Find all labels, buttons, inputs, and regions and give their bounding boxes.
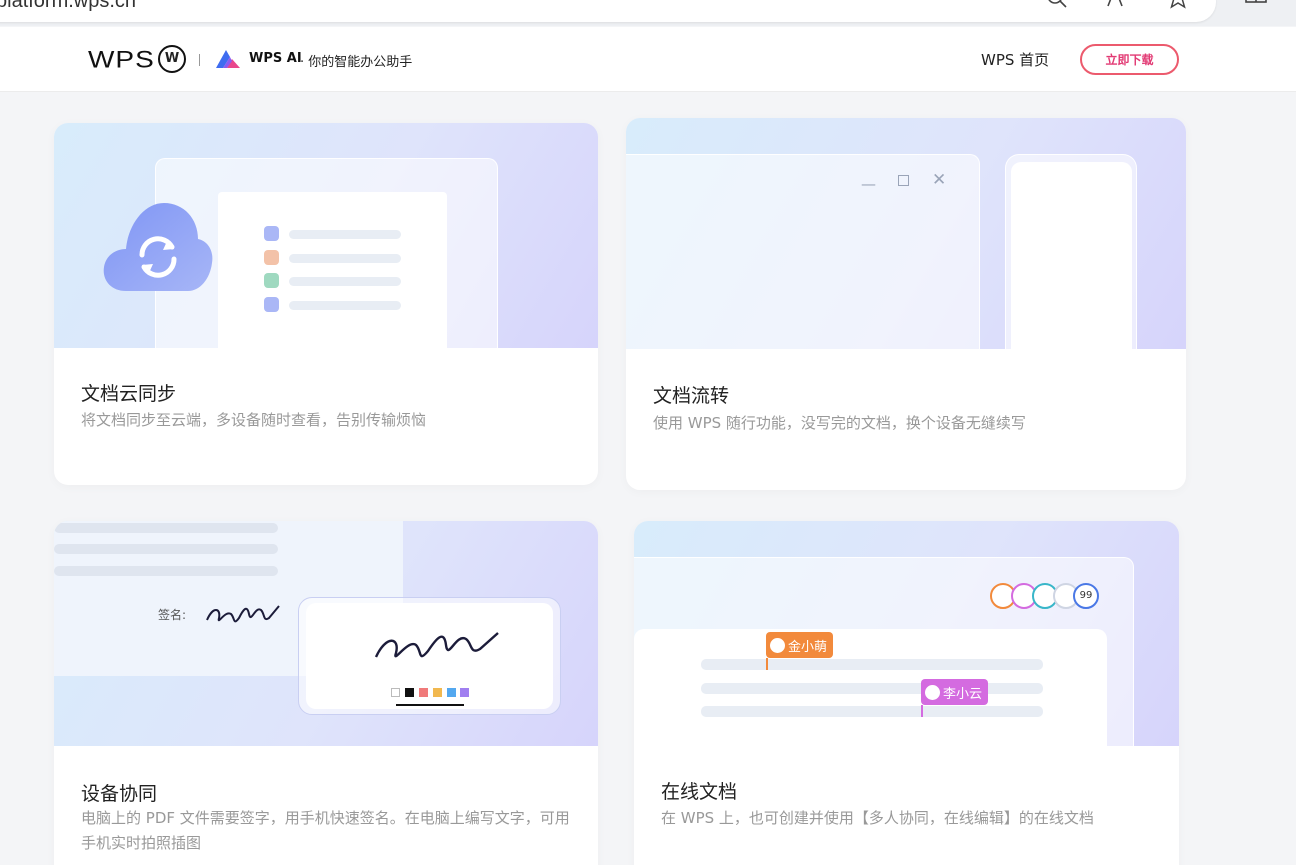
device-collaboration-illustration: 签名: <box>54 521 598 746</box>
card-title: 文档流转 <box>653 385 730 407</box>
illustration-document <box>218 192 447 348</box>
cloud-sync-icon <box>102 203 214 293</box>
browser-toolbar: platform.wps.cn <box>0 0 1296 26</box>
wps-ai-tagline: · 你的智能办公助手 <box>300 55 413 70</box>
signature-drawing <box>372 617 502 669</box>
illustration-phone-screen <box>1011 162 1132 349</box>
search-icon[interactable] <box>1046 0 1068 10</box>
address-bar[interactable] <box>0 0 1216 22</box>
document-handoff-illustration: — ✕ <box>626 118 1186 349</box>
wps-logo-badge[interactable]: W <box>158 45 186 73</box>
window-maximize-icon <box>898 175 909 186</box>
card-title: 文档云同步 <box>81 383 177 405</box>
address-bar-url[interactable]: platform.wps.cn <box>0 0 136 13</box>
download-now-button[interactable]: 立即下载 <box>1080 44 1179 75</box>
wps-ai-logo-icon <box>214 48 242 70</box>
feature-card-cloud-sync[interactable]: 文档云同步 将文档同步至云端，多设备随时查看，告别传输烦恼 <box>54 123 598 485</box>
favorite-star-icon[interactable] <box>1167 0 1189 10</box>
illustration-desktop-window <box>626 154 980 349</box>
nav-wps-home-link[interactable]: WPS 首页 <box>981 49 1049 70</box>
signature-label: 签名: <box>158 608 187 622</box>
feature-card-online-docs[interactable]: 99 金小萌 李小云 在线文档 在 WPS 上，也可创建并使用【多人协同，在线编… <box>634 521 1179 865</box>
wps-logo[interactable]: WPS <box>88 46 155 73</box>
wps-ai-name: WPS AI <box>249 51 302 66</box>
read-aloud-icon[interactable] <box>1104 0 1126 10</box>
avatar <box>770 637 785 653</box>
cloud-sync-illustration <box>54 123 598 348</box>
collaborator-tag: 李小云 <box>921 679 989 705</box>
online-docs-illustration: 99 金小萌 李小云 <box>634 521 1179 746</box>
card-description: 在 WPS 上，也可创建并使用【多人协同，在线编辑】的在线文档 <box>661 809 1094 827</box>
window-minimize-icon: — <box>861 175 876 193</box>
site-header: WPS W WPS AI · 你的智能办公助手 WPS 首页 立即下载 <box>0 27 1296 92</box>
collaborator-name: 李小云 <box>943 686 983 702</box>
collaborator-count-badge: 99 <box>1073 583 1099 609</box>
feature-card-device-collaboration[interactable]: 签名: 设备协同 电脑上的 PDF 文件需要签字，用手机快速签名。在电脑上编写文… <box>54 521 598 865</box>
card-title: 设备协同 <box>81 783 158 805</box>
card-title: 在线文档 <box>661 781 738 803</box>
card-description: 电脑上的 PDF 文件需要签字，用手机快速签名。在电脑上编写文字，可用手机实时拍… <box>81 809 570 852</box>
feature-card-document-handoff[interactable]: — ✕ 文档流转 使用 WPS 随行功能，没写完的文档，换个设备无缝续写 <box>626 118 1186 490</box>
window-close-icon: ✕ <box>932 170 947 190</box>
signature-preview <box>203 596 283 632</box>
header-divider <box>199 54 200 66</box>
card-description: 使用 WPS 随行功能，没写完的文档，换个设备无缝续写 <box>653 414 1026 432</box>
collaborator-name: 金小萌 <box>788 639 828 655</box>
split-screen-icon[interactable] <box>1245 0 1267 10</box>
avatar <box>925 684 940 700</box>
card-description: 将文档同步至云端，多设备随时查看，告别传输烦恼 <box>81 411 427 429</box>
collaborator-tag: 金小萌 <box>766 632 834 658</box>
